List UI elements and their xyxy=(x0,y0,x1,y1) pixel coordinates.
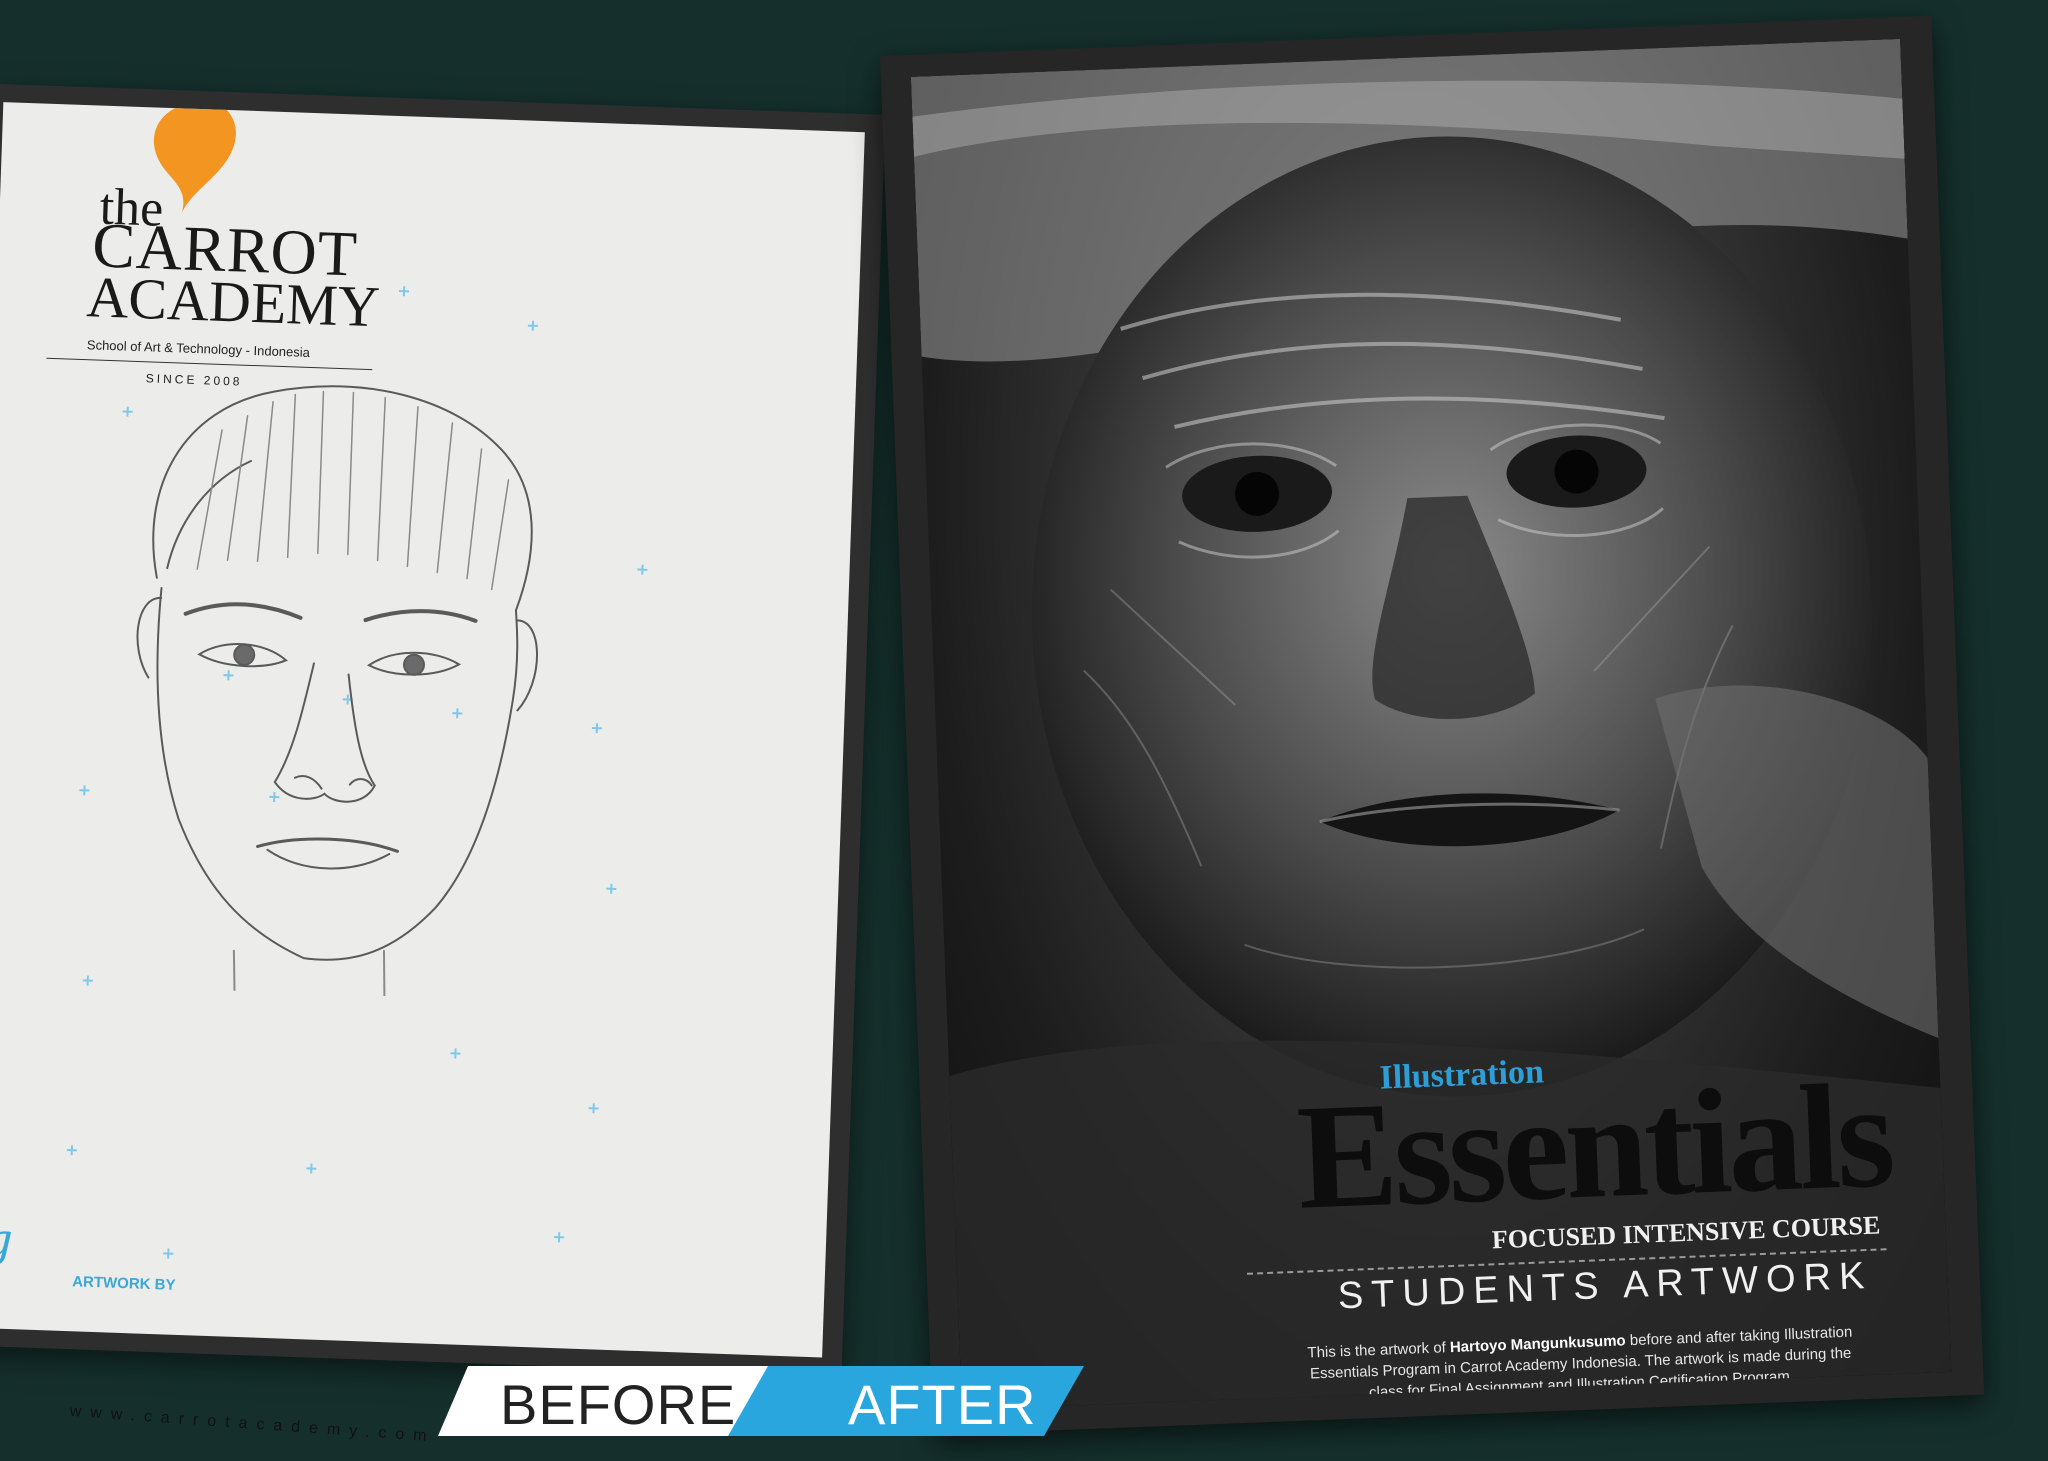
crosshair-mark xyxy=(588,1103,598,1113)
crosshair-mark xyxy=(163,1248,173,1258)
crosshair-mark xyxy=(306,1163,316,1173)
essentials-title: Essentials xyxy=(1294,1052,1894,1241)
crosshair-mark xyxy=(399,286,409,296)
charcoal-portrait: Illustration Essentials FOCUSED INTENSIV… xyxy=(910,38,1952,1410)
after-artwork-page: Illustration Essentials FOCUSED INTENSIV… xyxy=(880,15,1985,1435)
after-tab: AFTER xyxy=(728,1366,1084,1436)
crosshair-mark xyxy=(450,1048,460,1058)
partial-logo-text: ng xyxy=(0,1211,14,1268)
crosshair-mark xyxy=(554,1232,564,1242)
sketch-paper: the CARROT ACADEMY School of Art & Techn… xyxy=(0,102,865,1358)
artist-name: Hartoyo Mangunkusumo xyxy=(1449,1332,1626,1357)
logo-academy-text: ACADEMY xyxy=(85,264,381,340)
before-after-banner: BEFORE AFTER xyxy=(438,1366,1084,1436)
logo-tagline: School of Art & Technology - Indonesia xyxy=(86,337,311,360)
artwork-by-label: ARTWORK BY xyxy=(71,1273,176,1294)
crosshair-mark xyxy=(528,321,538,331)
before-label: BEFORE xyxy=(500,1373,737,1436)
website-url: www.carrotacademy.com xyxy=(69,1402,437,1446)
carrot-academy-logo: the CARROT ACADEMY School of Art & Techn… xyxy=(46,102,386,395)
description-intro: This is the artwork of xyxy=(1307,1339,1451,1362)
after-label: AFTER xyxy=(848,1373,1037,1436)
before-tab: BEFORE xyxy=(438,1366,768,1436)
crosshair-mark xyxy=(67,1145,77,1155)
before-artwork-page: the CARROT ACADEMY School of Art & Techn… xyxy=(0,84,886,1445)
pencil-face-sketch xyxy=(136,385,539,997)
